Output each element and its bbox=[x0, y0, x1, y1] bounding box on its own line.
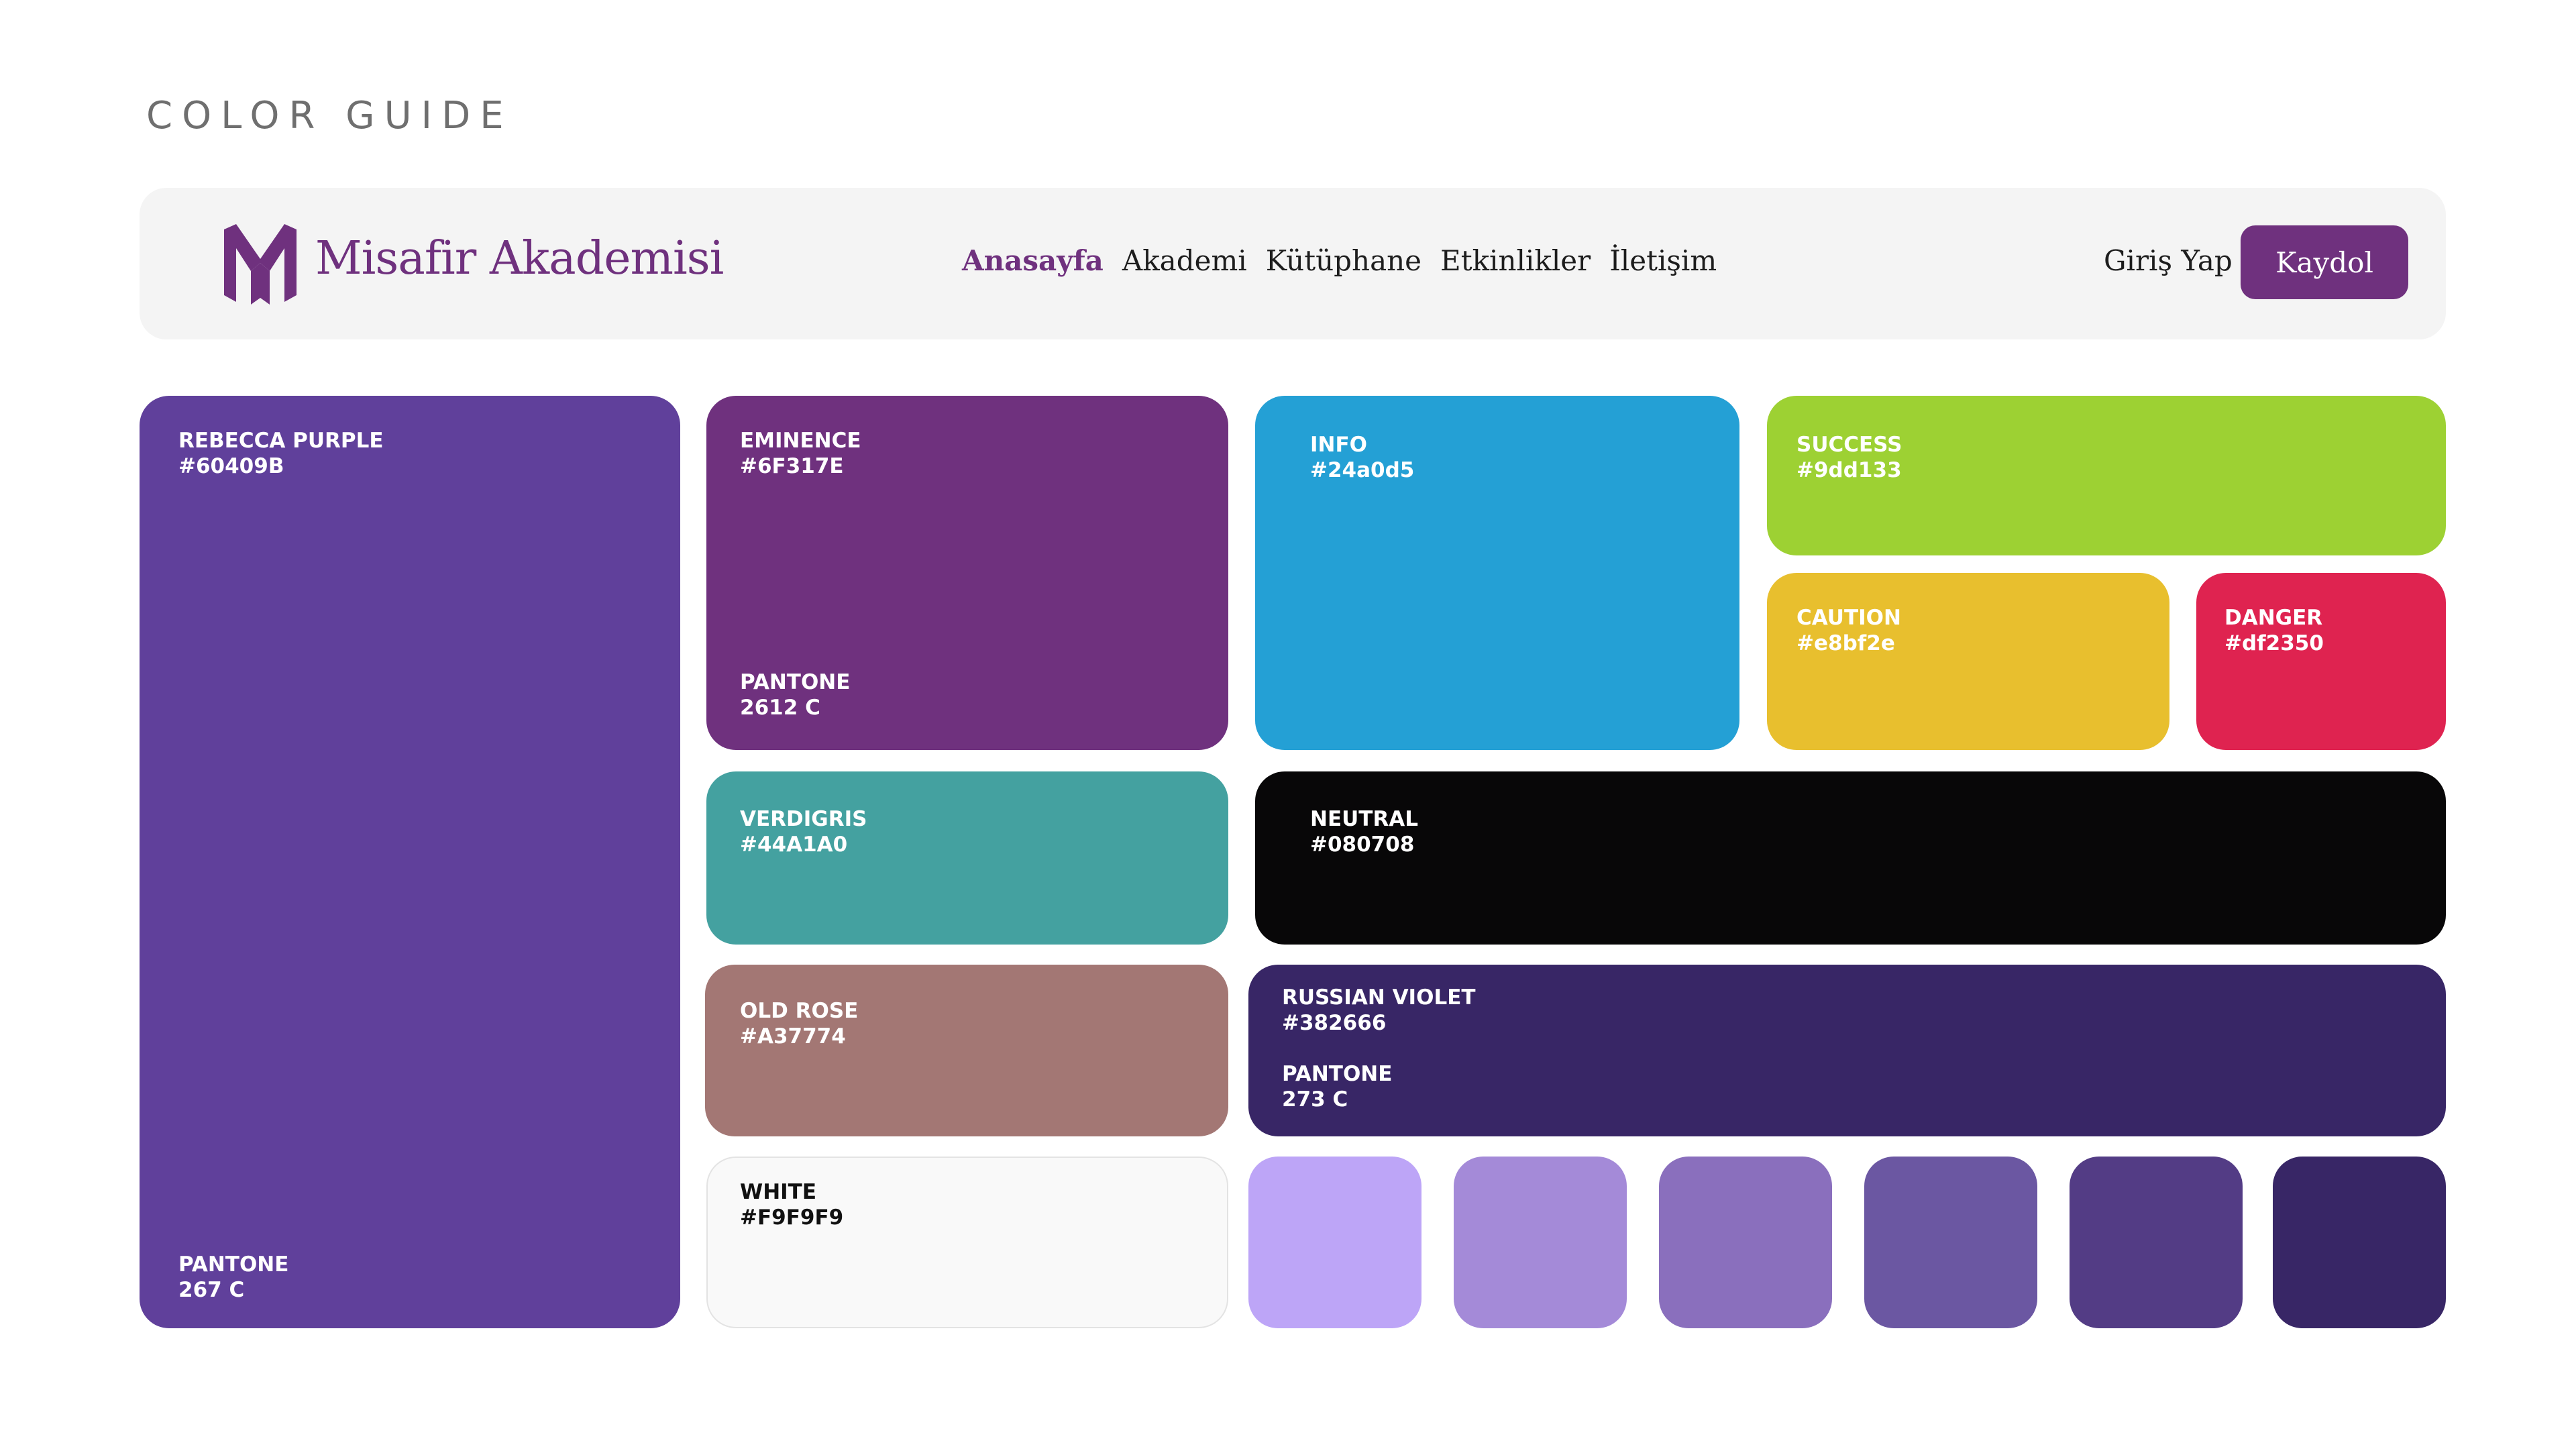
swatch-hex: #e8bf2e bbox=[1796, 631, 1895, 655]
nav-links: Anasayfa Akademi Kütüphane Etkinlikler İ… bbox=[962, 244, 1717, 277]
navbar: Misafir Akademisi Anasayfa Akademi Kütüp… bbox=[140, 188, 2446, 339]
swatch-russian-violet: RUSSIAN VIOLET #382666 PANTONE 273 C bbox=[1248, 965, 2446, 1136]
swatch-name: WHITE bbox=[740, 1180, 816, 1204]
swatch-hex: #df2350 bbox=[2224, 631, 2324, 655]
swatch-hex: #382666 bbox=[1282, 1011, 1387, 1035]
swatch-eminence: EMINENCE #6F317E PANTONE 2612 C bbox=[706, 396, 1228, 750]
swatch-white: WHITE #F9F9F9 bbox=[706, 1157, 1228, 1328]
swatch-hex: #9dd133 bbox=[1796, 458, 1902, 482]
tint-swatch-5 bbox=[2070, 1157, 2243, 1328]
tint-swatch-6 bbox=[2273, 1157, 2446, 1328]
swatch-caution: CAUTION #e8bf2e bbox=[1767, 573, 2169, 750]
pantone-label: PANTONE bbox=[1282, 1062, 1393, 1086]
nav-link-kutuphane[interactable]: Kütüphane bbox=[1266, 244, 1421, 277]
nav-link-etkinlikler[interactable]: Etkinlikler bbox=[1440, 244, 1591, 277]
swatch-rebecca-purple: REBECCA PURPLE #60409B PANTONE 267 C bbox=[140, 396, 680, 1328]
tint-swatch-3 bbox=[1659, 1157, 1832, 1328]
swatch-hex: #F9F9F9 bbox=[740, 1205, 844, 1230]
ma-monogram-icon[interactable] bbox=[220, 221, 301, 305]
pantone-label: PANTONE bbox=[178, 1252, 289, 1277]
swatch-name: OLD ROSE bbox=[740, 999, 859, 1023]
swatch-hex: #080708 bbox=[1310, 833, 1415, 857]
swatch-name: EMINENCE bbox=[740, 429, 861, 453]
brand-name[interactable]: Misafir Akademisi bbox=[315, 232, 724, 285]
tint-swatch-2 bbox=[1454, 1157, 1627, 1328]
swatch-name: NEUTRAL bbox=[1310, 807, 1419, 831]
swatch-neutral: NEUTRAL #080708 bbox=[1255, 771, 2446, 945]
swatch-old-rose: OLD ROSE #A37774 bbox=[705, 965, 1228, 1136]
login-link[interactable]: Giriş Yap bbox=[2104, 244, 2233, 277]
pantone-label: PANTONE bbox=[740, 670, 851, 694]
pantone-code: 273 C bbox=[1282, 1087, 1348, 1112]
swatch-name: RUSSIAN VIOLET bbox=[1282, 985, 1476, 1010]
nav-link-iletisim[interactable]: İletişim bbox=[1609, 244, 1717, 277]
swatch-hex: #6F317E bbox=[740, 454, 844, 478]
tint-swatch-4 bbox=[1864, 1157, 2037, 1328]
swatch-name: CAUTION bbox=[1796, 606, 1901, 630]
swatch-name: REBECCA PURPLE bbox=[178, 429, 384, 453]
swatch-name: VERDIGRIS bbox=[740, 807, 867, 831]
swatch-danger: DANGER #df2350 bbox=[2196, 573, 2446, 750]
swatch-verdigris: VERDIGRIS #44A1A0 bbox=[706, 771, 1228, 945]
swatch-hex: #24a0d5 bbox=[1310, 458, 1415, 482]
signup-button[interactable]: Kaydol bbox=[2241, 225, 2408, 299]
swatch-name: INFO bbox=[1310, 433, 1368, 457]
tint-swatch-1 bbox=[1248, 1157, 1421, 1328]
page-title: COLOR GUIDE bbox=[146, 94, 513, 138]
swatch-info: INFO #24a0d5 bbox=[1255, 396, 1739, 750]
swatch-hex: #60409B bbox=[178, 454, 284, 478]
swatch-name: SUCCESS bbox=[1796, 433, 1902, 457]
nav-link-anasayfa[interactable]: Anasayfa bbox=[962, 244, 1104, 277]
swatch-name: DANGER bbox=[2224, 606, 2323, 630]
pantone-code: 267 C bbox=[178, 1278, 245, 1302]
nav-link-akademi[interactable]: Akademi bbox=[1122, 244, 1247, 277]
swatch-hex: #44A1A0 bbox=[740, 833, 848, 857]
pantone-code: 2612 C bbox=[740, 696, 820, 720]
swatch-success: SUCCESS #9dd133 bbox=[1767, 396, 2446, 555]
swatch-hex: #A37774 bbox=[740, 1024, 846, 1049]
